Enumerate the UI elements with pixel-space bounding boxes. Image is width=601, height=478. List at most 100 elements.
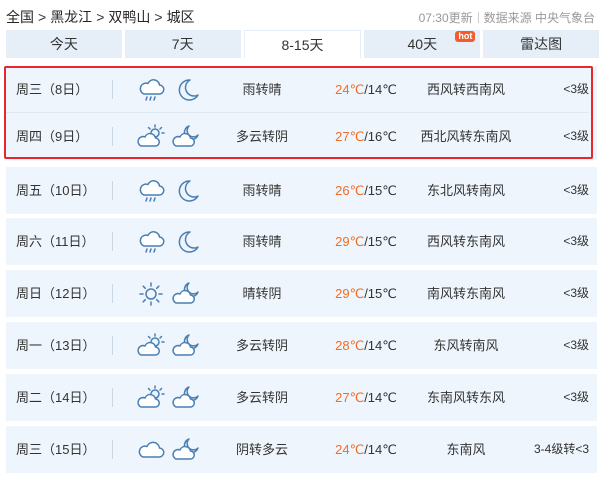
low-temperature: /15℃ (364, 286, 397, 301)
partly-cloudy-night-icon (172, 435, 202, 465)
tab-label: 今天 (49, 36, 78, 52)
tab-radar[interactable]: 雷达图 (483, 30, 599, 58)
forecast-row: 周二（14日） 多云转阴 27℃/14℃ 东南风转东风 <3级 (6, 374, 597, 421)
wind-direction: 东风转南风 (433, 338, 499, 353)
forecast-date: 周三（8日） (16, 82, 89, 97)
forecast-date: 周一（13日） (16, 338, 96, 353)
row-divider (112, 284, 113, 303)
partly-cloudy-day-icon (136, 331, 166, 361)
tab-label: 40天 (407, 36, 438, 52)
row-divider (112, 232, 113, 251)
row-divider (112, 440, 113, 459)
breadcrumb-separator: > (38, 9, 47, 25)
forecast-row: 周五（10日） 雨转晴 26℃/15℃ 东北风转南风 <3级 (6, 167, 597, 214)
forecast-date: 周三（15日） (16, 442, 96, 457)
temperature-range: 27℃/14℃ (326, 374, 406, 421)
high-temperature: 27℃ (335, 390, 365, 405)
high-temperature: 26℃ (335, 183, 365, 198)
temperature-range: 24℃/14℃ (326, 66, 406, 113)
forecast-row: 周日（12日） 晴转阴 29℃/15℃ 南风转东南风 <3级 (6, 270, 597, 317)
wind-direction: 东南风 (446, 442, 486, 457)
forecast-tabs: 今天 7天 8-15天 40天 hot 雷达图 (6, 30, 599, 58)
row-divider (112, 127, 113, 146)
highlight-row-divider (6, 112, 589, 113)
temperature-range: 28℃/14℃ (326, 322, 406, 369)
weather-description: 阴转多云 (235, 442, 288, 457)
temperature-range: 26℃/15℃ (326, 167, 406, 214)
forecast-row: 周四（9日） 多云转阴 27℃/16℃ 西北风转东南风 <3级 (6, 113, 597, 160)
temperature-range: 27℃/16℃ (326, 113, 406, 160)
wind-level: <3级 (563, 234, 589, 248)
cloud-rain-icon (136, 176, 166, 206)
high-temperature: 29℃ (335, 234, 365, 249)
wind-direction: 东南风转东风 (426, 390, 505, 405)
breadcrumb-item-province[interactable]: 黑龙江 (50, 9, 92, 25)
row-divider (112, 388, 113, 407)
cloud-rain-icon (136, 227, 166, 257)
partly-cloudy-night-icon (172, 383, 202, 413)
tab-label: 雷达图 (520, 36, 563, 52)
forecast-date: 周六（11日） (16, 234, 95, 249)
wind-level: <3级 (563, 390, 589, 404)
partly-cloudy-night-icon (172, 279, 202, 309)
tab-label: 7天 (171, 36, 194, 52)
high-temperature: 28℃ (335, 338, 365, 353)
sun-icon (136, 279, 166, 309)
tab-today[interactable]: 今天 (6, 30, 122, 58)
temperature-range: 29℃/15℃ (326, 218, 406, 265)
cloud-rain-icon (136, 75, 166, 105)
breadcrumb-item-country[interactable]: 全国 (6, 9, 34, 25)
forecast-date: 周四（9日） (16, 129, 89, 144)
top-bar: 全国 > 黑龙江 > 双鸭山 > 城区 07:30更新 数据来源 中央气象台 (0, 0, 601, 30)
tab-40-days[interactable]: 40天 hot (364, 30, 481, 58)
weather-description: 晴转阴 (242, 286, 282, 301)
wind-level: <3级 (563, 286, 589, 300)
breadcrumb-item-district: 城区 (166, 9, 195, 25)
wind-level: <3级 (563, 338, 589, 352)
breadcrumb-item-city[interactable]: 双鸭山 (108, 9, 150, 25)
low-temperature: /15℃ (364, 234, 397, 249)
wind-level: 3-4级转<3 (533, 442, 589, 456)
wind-direction: 东北风转南风 (426, 183, 505, 198)
meta-divider (477, 12, 479, 23)
high-temperature: 24℃ (335, 82, 365, 97)
forecast-row: 周一（13日） 多云转阴 28℃/14℃ 东风转南风 <3级 (6, 322, 597, 369)
forecast-row: 周三（8日） 雨转晴 24℃/14℃ 西风转西南风 <3级 (6, 66, 597, 113)
update-time: 07:30更新 (418, 11, 473, 25)
breadcrumb-separator: > (96, 9, 105, 25)
row-divider (112, 80, 113, 99)
breadcrumb-separator: > (154, 9, 163, 25)
data-source: 数据来源 中央气象台 (483, 11, 595, 25)
wind-level: <3级 (563, 129, 589, 143)
weather-description: 多云转阴 (235, 338, 288, 353)
low-temperature: /15℃ (364, 183, 397, 198)
partly-cloudy-night-icon (172, 122, 202, 152)
hot-badge: hot (455, 31, 476, 42)
high-temperature: 29℃ (335, 286, 365, 301)
high-temperature: 24℃ (335, 442, 365, 457)
forecast-row: 周三（15日） 阴转多云 24℃/14℃ 东南风 3-4级转<3 (6, 426, 597, 473)
wind-direction: 西风转西南风 (426, 82, 505, 97)
weather-description: 雨转晴 (242, 82, 282, 97)
moon-icon (172, 176, 202, 206)
forecast-date: 周五（10日） (16, 183, 96, 198)
low-temperature: /14℃ (364, 442, 397, 457)
wind-level: <3级 (563, 183, 589, 197)
temperature-range: 24℃/14℃ (326, 426, 406, 473)
forecast-row: 周六（11日） 雨转晴 29℃/15℃ 西风转东南风 <3级 (6, 218, 597, 265)
weather-description: 多云转阴 (235, 129, 288, 144)
forecast-date: 周二（14日） (16, 390, 96, 405)
tab-8-15-days[interactable]: 8-15天 (243, 30, 362, 58)
row-divider (112, 181, 113, 200)
forecast-date: 周日（12日） (16, 286, 96, 301)
weather-description: 雨转晴 (242, 183, 282, 198)
high-temperature: 27℃ (335, 129, 365, 144)
wind-direction: 西风转东南风 (426, 234, 505, 249)
low-temperature: /14℃ (364, 338, 397, 353)
temperature-range: 29℃/15℃ (326, 270, 406, 317)
wind-direction: 南风转东南风 (426, 286, 505, 301)
tab-7-days[interactable]: 7天 (124, 30, 241, 58)
row-divider (112, 336, 113, 355)
partly-cloudy-day-icon (136, 383, 166, 413)
cloud-icon (136, 435, 166, 465)
